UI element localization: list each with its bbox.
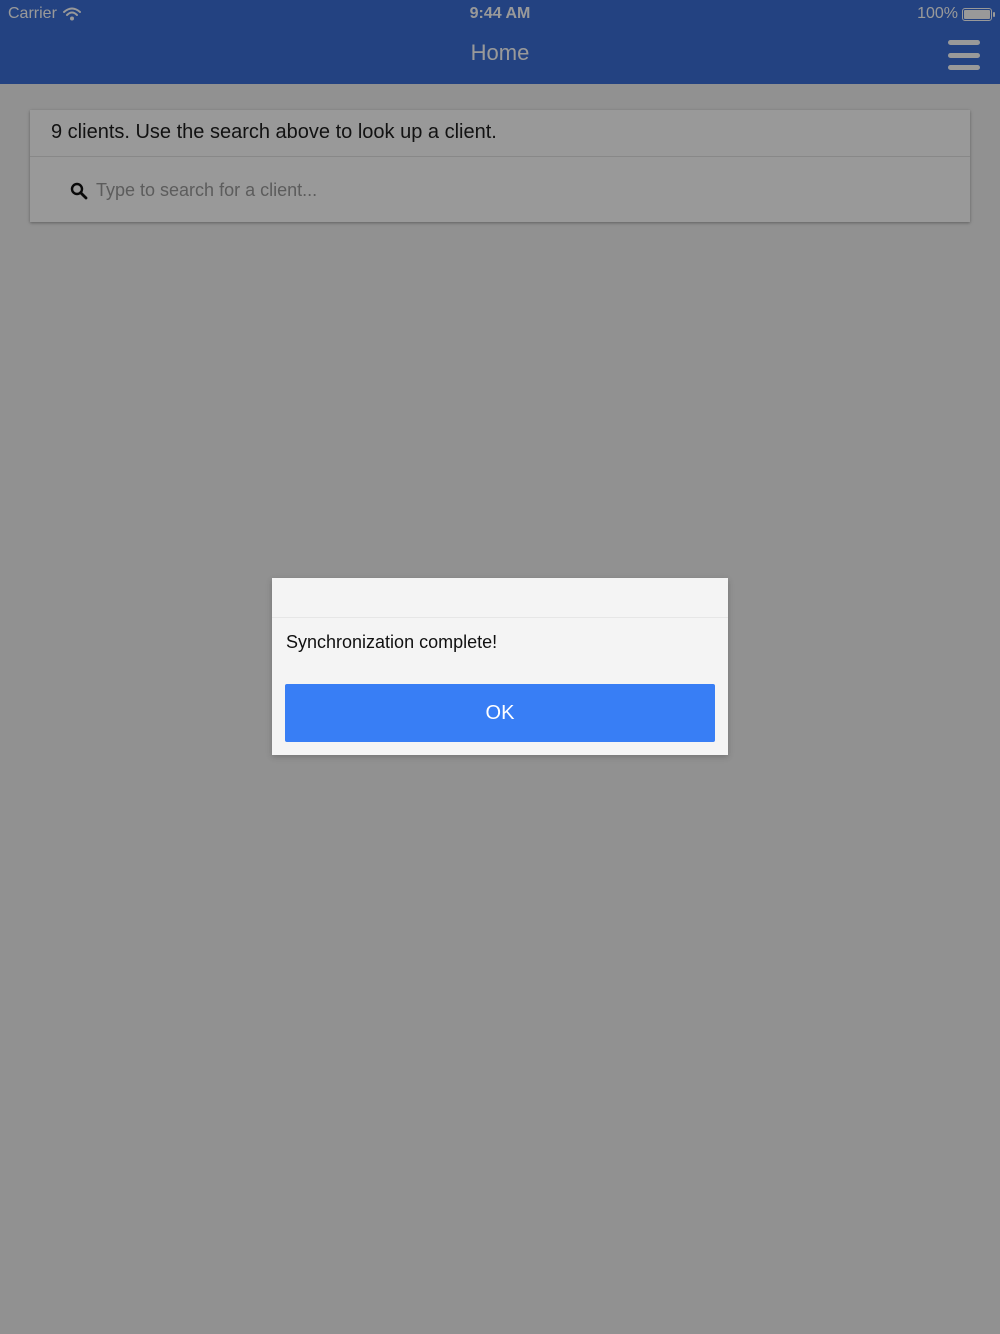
app-root: Carrier 9:44 AM 100% Home 9 clients. Use… xyxy=(0,0,1000,1334)
alert-message: Synchronization complete! xyxy=(286,632,498,652)
alert-dialog: Synchronization complete! OK xyxy=(272,578,728,755)
ok-button[interactable]: OK xyxy=(285,684,715,742)
alert-header xyxy=(272,578,728,618)
